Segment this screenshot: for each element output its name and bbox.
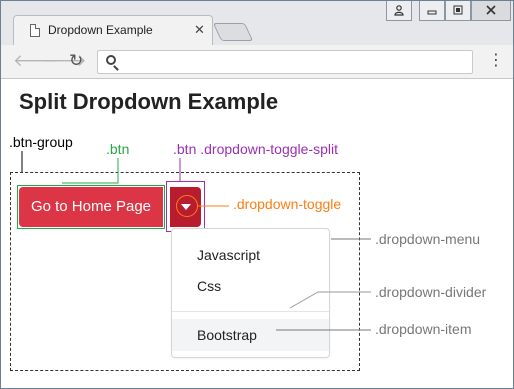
annotation-dropdown-item: .dropdown-item	[375, 321, 472, 337]
browser-toolbar: 🡐 🡒 ↻ ⋮	[1, 45, 513, 79]
annotation-dropdown-divider: .dropdown-divider	[375, 284, 487, 300]
maximize-icon[interactable]	[445, 1, 471, 21]
browser-tab[interactable]: Dropdown Example ✕	[13, 15, 213, 45]
caret-down-icon	[181, 204, 191, 210]
dropdown-item-bootstrap[interactable]: Bootstrap	[172, 319, 329, 351]
dropdown-menu: Javascript Css Bootstrap	[171, 228, 330, 358]
search-icon	[106, 55, 116, 65]
address-bar[interactable]	[97, 50, 473, 74]
kebab-menu-icon[interactable]: ⋮	[488, 53, 504, 69]
tab-close-icon[interactable]: ✕	[194, 22, 205, 38]
go-to-home-page-button[interactable]: Go to Home Page	[19, 187, 163, 227]
page-title: Split Dropdown Example	[19, 89, 279, 114]
annotation-dropdown-menu: .dropdown-menu	[375, 231, 481, 247]
dropdown-item-javascript[interactable]: Javascript	[172, 239, 329, 271]
reload-icon[interactable]: ↻	[69, 52, 83, 70]
tab-title: Dropdown Example	[48, 23, 153, 37]
annotation-btn-group: .btn-group	[9, 134, 73, 150]
dropdown-item-css[interactable]: Css	[172, 270, 329, 302]
annotation-toggle-split: .btn .dropdown-toggle-split	[173, 141, 338, 157]
document-icon	[30, 24, 40, 37]
title-bar: Dropdown Example ✕	[1, 1, 513, 45]
annotation-btn: .btn	[106, 141, 130, 157]
close-icon[interactable]	[471, 1, 511, 21]
minimize-icon[interactable]	[419, 1, 445, 21]
user-icon[interactable]	[386, 1, 412, 21]
dropdown-divider	[172, 311, 329, 312]
new-tab-button[interactable]	[212, 23, 254, 41]
